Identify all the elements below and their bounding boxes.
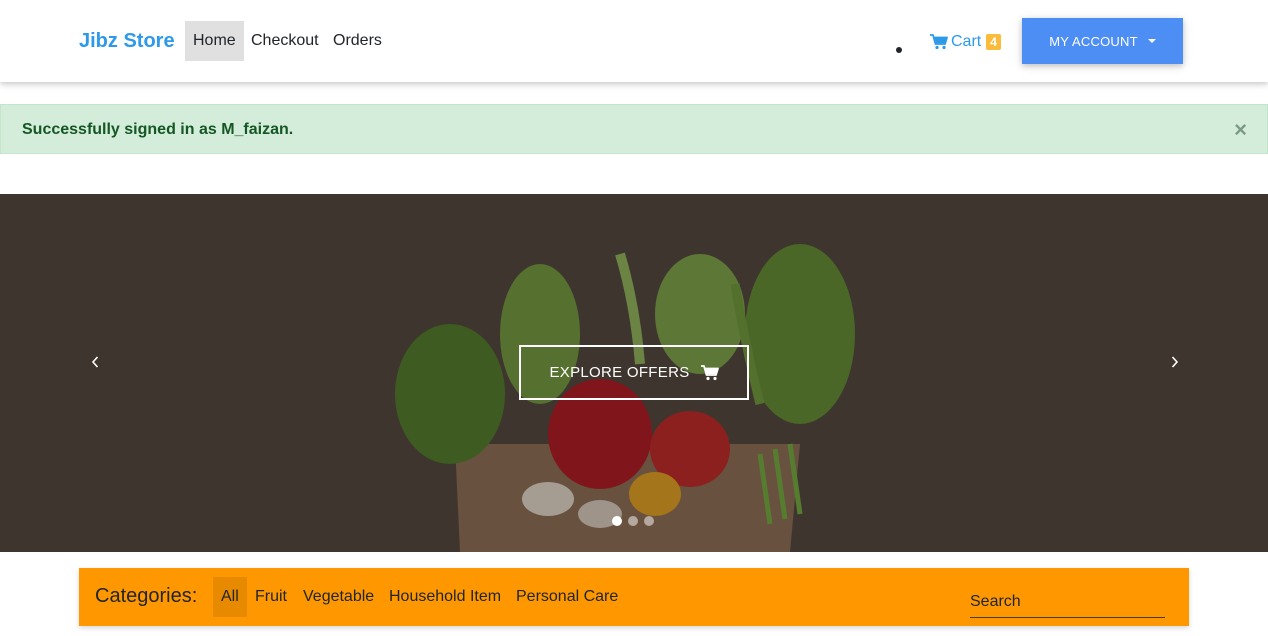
carousel-indicator-1[interactable]: [612, 516, 622, 526]
cart-link[interactable]: Cart 4: [930, 31, 1001, 53]
shopping-cart-icon: [930, 34, 948, 50]
nav-link-checkout[interactable]: Checkout: [243, 21, 327, 61]
carousel-indicators: [612, 516, 654, 526]
category-fruit[interactable]: Fruit: [247, 577, 295, 617]
chevron-left-icon: [91, 356, 99, 368]
carousel-indicator-3[interactable]: [644, 516, 654, 526]
shopping-cart-icon: [700, 364, 719, 380]
brand-logo[interactable]: Jibz Store: [79, 30, 175, 53]
chevron-right-icon: [1171, 356, 1179, 368]
my-account-dropdown-button[interactable]: MY ACCOUNT: [1022, 18, 1183, 64]
navbar: Jibz Store Home Checkout Orders Cart 4 M…: [0, 0, 1268, 82]
alert-message: Successfully signed in as M_faizan.: [22, 121, 294, 138]
category-vegetable[interactable]: Vegetable: [295, 577, 382, 617]
category-household-item[interactable]: Household Item: [381, 577, 509, 617]
search-input[interactable]: [970, 586, 1165, 618]
carousel-indicator-2[interactable]: [628, 516, 638, 526]
carousel-next-button[interactable]: [1166, 354, 1182, 370]
categories-title: Categories:: [95, 585, 198, 607]
categories-bar: Categories: All Fruit Vegetable Househol…: [79, 568, 1189, 626]
success-alert: Successfully signed in as M_faizan. ×: [0, 104, 1268, 154]
my-account-label: MY ACCOUNT: [1049, 33, 1138, 49]
category-all[interactable]: All: [213, 577, 247, 617]
carousel-prev-button[interactable]: [88, 354, 104, 370]
explore-offers-button[interactable]: EXPLORE OFFERS: [519, 345, 749, 400]
explore-offers-label: EXPLORE OFFERS: [549, 364, 690, 381]
category-personal-care[interactable]: Personal Care: [508, 577, 626, 617]
hero-carousel: EXPLORE OFFERS: [0, 194, 1268, 552]
caret-down-icon: [1147, 39, 1156, 43]
nav-link-orders[interactable]: Orders: [325, 21, 390, 61]
nav-link-home[interactable]: Home: [185, 21, 244, 61]
alert-close-button[interactable]: ×: [1234, 117, 1247, 143]
cart-count-badge: 4: [986, 34, 1001, 50]
cart-label: Cart: [951, 33, 982, 50]
nav-bullet: [896, 47, 902, 53]
